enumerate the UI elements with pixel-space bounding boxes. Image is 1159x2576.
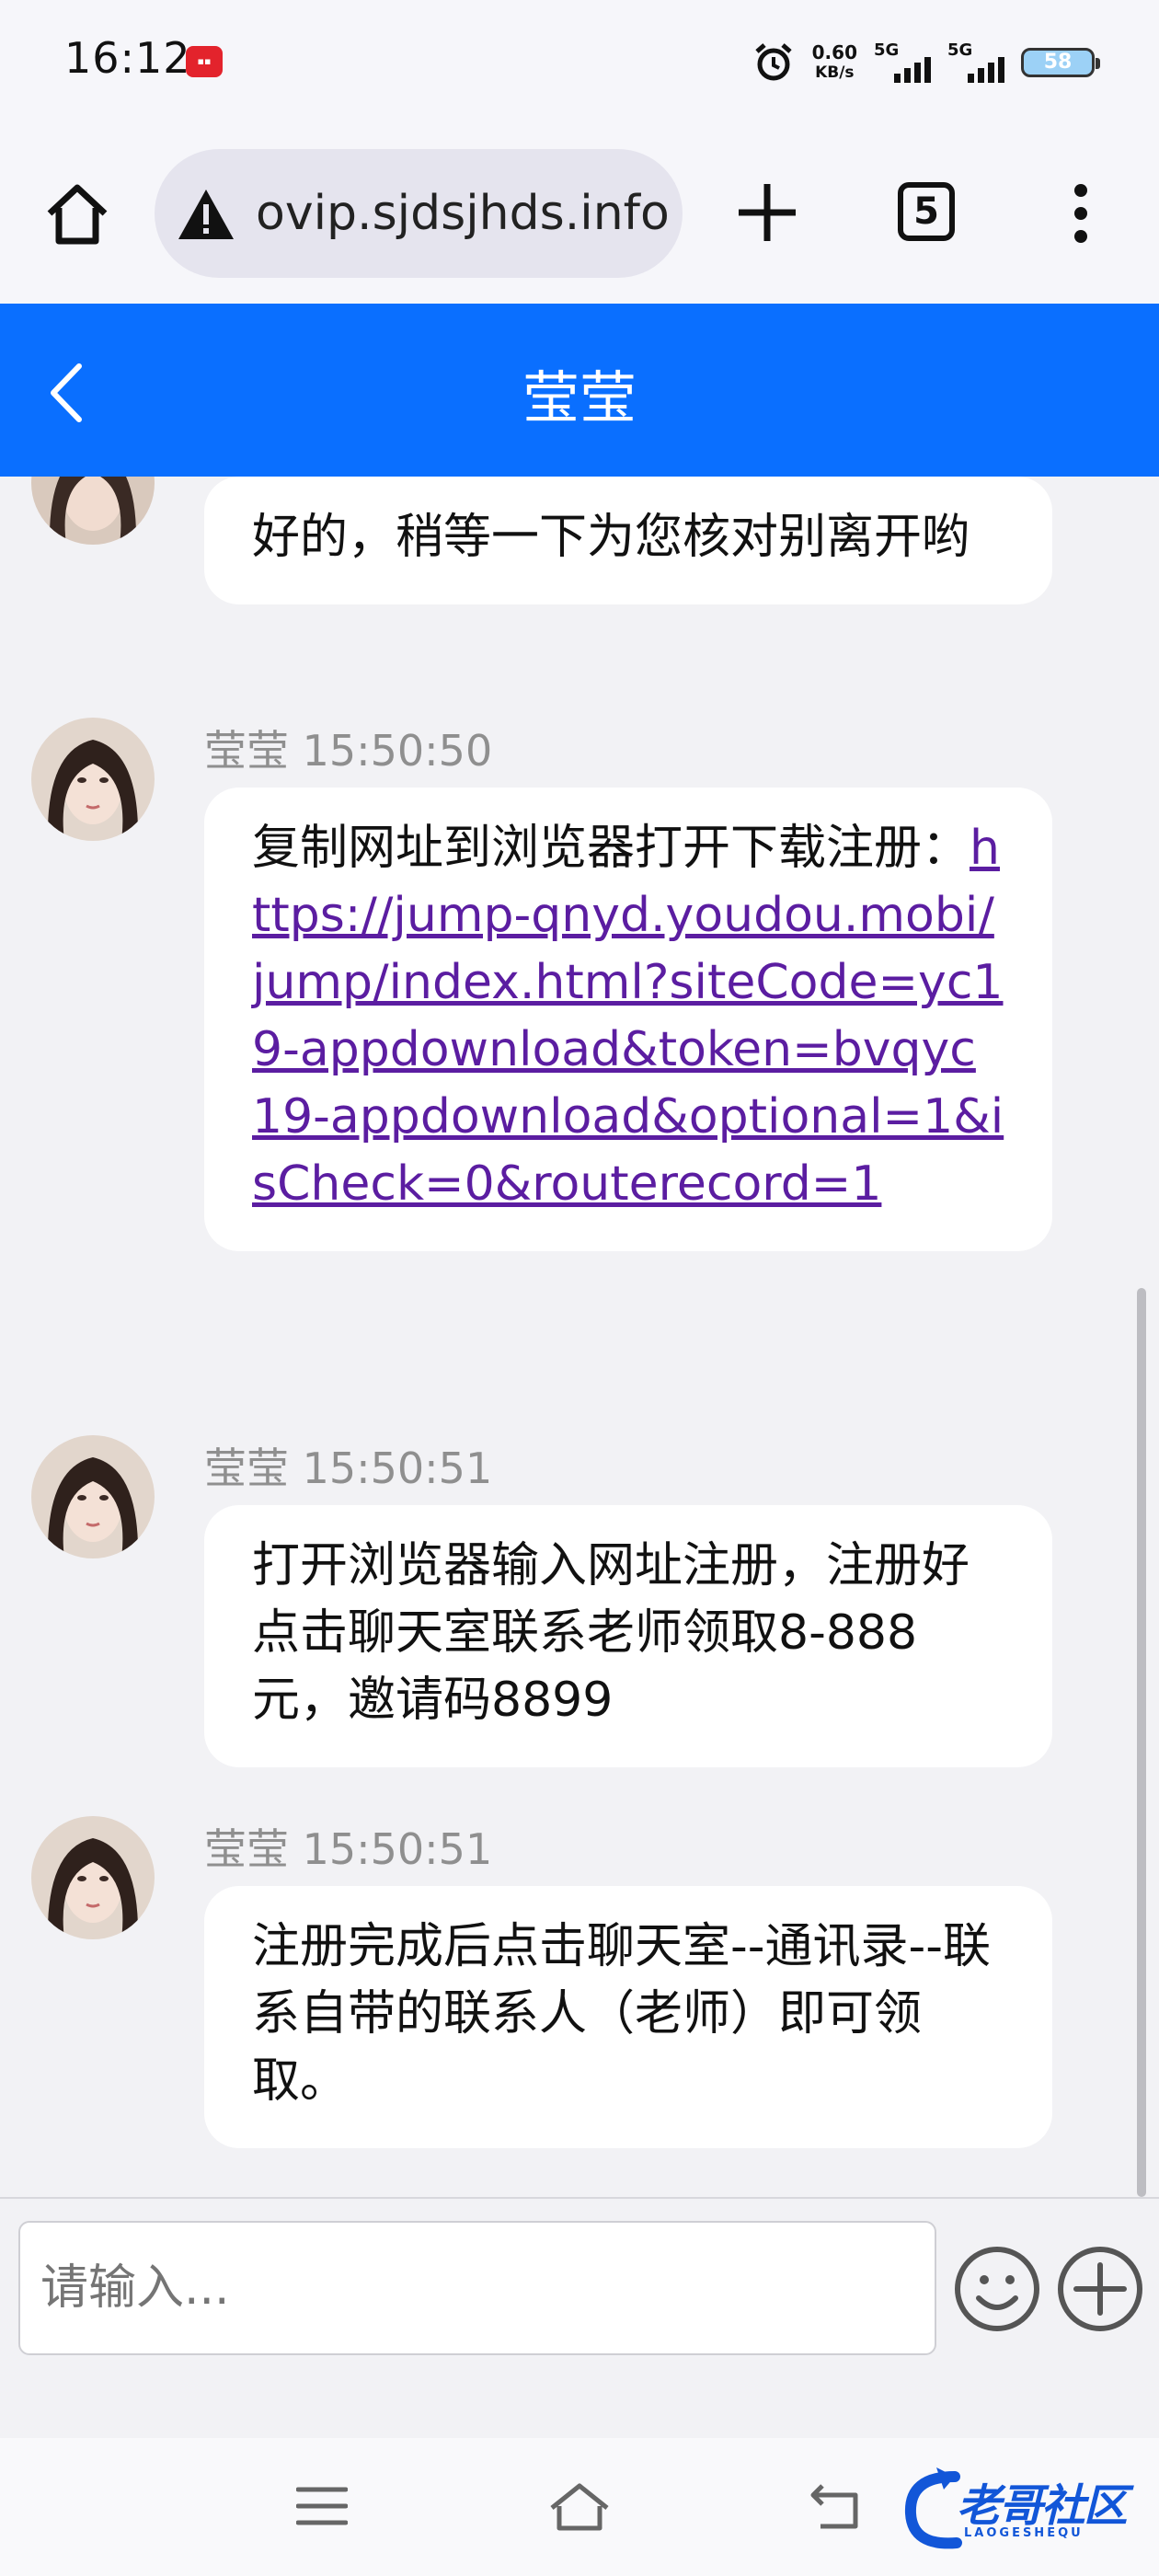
battery-icon: 58 <box>1021 48 1100 77</box>
nav-home-icon[interactable] <box>546 2480 613 2532</box>
input-area <box>0 2197 1159 2438</box>
url-text[interactable]: ovip.sjdsjhds.info <box>256 186 670 241</box>
alarm-icon <box>754 43 792 81</box>
new-tab-icon[interactable] <box>731 177 803 248</box>
message-meta: 莹莹 15:50:51 <box>204 1443 493 1493</box>
message-meta: 莹莹 15:50:51 <box>204 1824 493 1874</box>
signal-icon-1: 5G <box>874 40 931 85</box>
nav-back-icon[interactable] <box>809 2480 865 2532</box>
message-bubble: 好的，稍等一下为您核对别离开哟 <box>204 477 1052 604</box>
chat-title: 莹莹 <box>522 364 637 431</box>
home-icon[interactable] <box>40 177 114 250</box>
message-bubble: 注册完成后点击聊天室--通讯录--联系自带的联系人（老师）即可领取。 <box>204 1886 1052 2148</box>
warning-icon[interactable] <box>177 188 235 241</box>
chat-header: 莹莹 <box>0 304 1159 477</box>
avatar[interactable] <box>31 477 155 545</box>
status-icons: 0.60 KB/s 5G 5G 58 <box>752 35 1100 90</box>
address-bar[interactable]: ovip.sjdsjhds.info <box>155 149 683 278</box>
avatar[interactable] <box>31 1435 155 1558</box>
signal-icon-2: 5G <box>947 40 1004 85</box>
message-bubble: 打开浏览器输入网址注册，注册好点击聊天室联系老师领取8-888元，邀请码8899 <box>204 1505 1052 1767</box>
message-link[interactable]: https://jump-qnyd.youdou.mobi/jump/index… <box>252 821 1004 1212</box>
emoji-icon[interactable] <box>953 2245 1041 2333</box>
message-meta: 莹莹 15:50:50 <box>204 726 493 776</box>
add-attachment-icon[interactable] <box>1056 2245 1144 2333</box>
notification-app-icon: ▪▪ <box>186 46 223 77</box>
system-nav-bar: 老哥社区 LAOGESHEQU <box>0 2438 1159 2576</box>
message-input[interactable] <box>18 2221 936 2355</box>
net-speed: 0.60 KB/s <box>811 41 857 82</box>
scrollbar[interactable] <box>1137 1288 1146 2197</box>
avatar[interactable] <box>31 1816 155 1939</box>
avatar[interactable] <box>31 718 155 841</box>
status-bar: 16:12 ▪▪ 0.60 KB/s 5G 5G 58 <box>0 0 1159 129</box>
browser-toolbar: ovip.sjdsjhds.info 5 <box>0 129 1159 304</box>
message-list[interactable]: 好的，稍等一下为您核对别离开哟 莹莹 15:50:50 复制网址到浏览器打开下载… <box>0 477 1159 2197</box>
more-menu-icon[interactable] <box>1067 177 1095 250</box>
status-time: 16:12 <box>64 33 191 83</box>
watermark-logo: 老哥社区 LAOGESHEQU <box>900 2455 1148 2565</box>
tab-switcher-button[interactable]: 5 <box>898 182 955 241</box>
message-bubble: 复制网址到浏览器打开下载注册：https://jump-qnyd.youdou.… <box>204 788 1052 1251</box>
recent-apps-icon[interactable] <box>296 2486 348 2526</box>
